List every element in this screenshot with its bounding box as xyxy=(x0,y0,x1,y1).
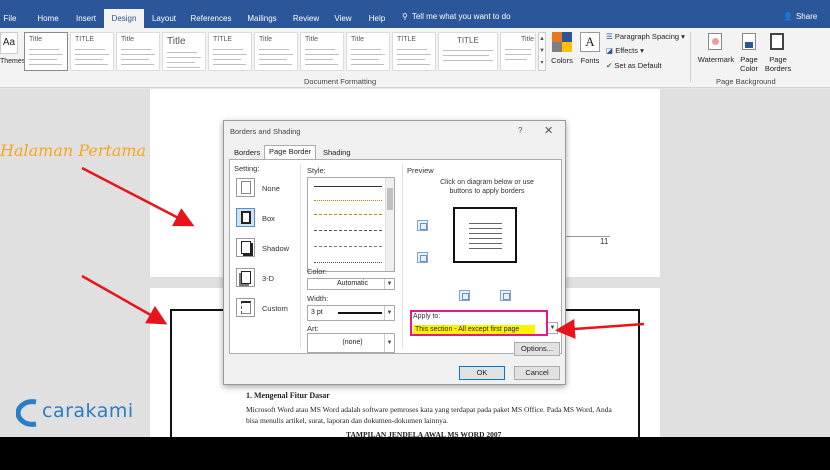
arrow-to-apply-to xyxy=(555,318,645,339)
arrow-to-first-page xyxy=(81,166,195,227)
carakami-logo-icon xyxy=(16,399,37,427)
bottom-bar xyxy=(0,437,830,470)
arrow-to-page-border xyxy=(81,274,168,325)
brand-logo-text: carakami xyxy=(42,400,134,422)
